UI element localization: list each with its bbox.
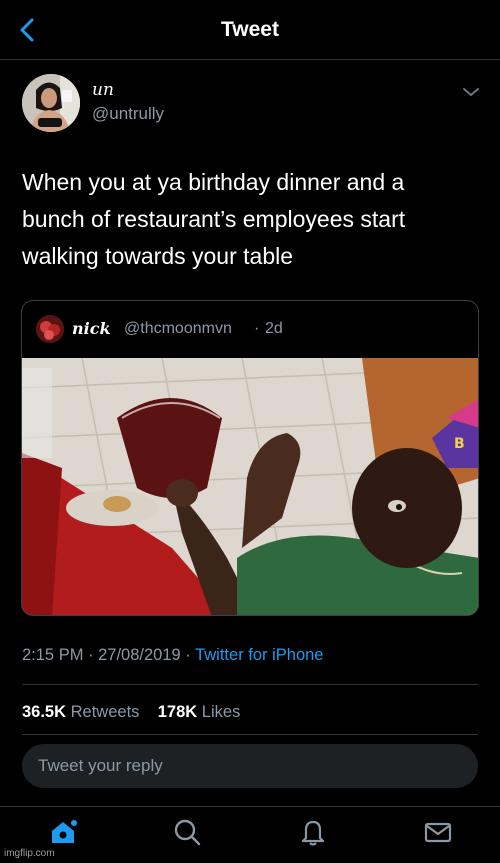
likes-count: 178K <box>157 703 198 721</box>
tweet-text-line: walking towards your table <box>22 243 294 269</box>
quoted-timestamp: 2d <box>265 320 283 337</box>
meta-separator: · <box>180 646 196 664</box>
tweet-metadata: 2:15 PM · 27/08/2019 · Twitter for iPhon… <box>22 646 323 665</box>
likes-stat[interactable]: 178K Likes <box>158 703 241 721</box>
bottom-navigation <box>0 806 500 863</box>
chevron-down-icon[interactable] <box>462 86 480 98</box>
divider <box>22 734 478 735</box>
author-display-name[interactable]: un <box>92 80 114 100</box>
bell-icon[interactable] <box>298 817 328 847</box>
retweets-label: Retweets <box>70 703 140 721</box>
quoted-handle: @thcmoonmvn <box>124 320 232 337</box>
tweet-text-line: When you at ya birthday dinner and a <box>22 169 405 195</box>
tweet-date: 27/08/2019 <box>98 646 181 664</box>
retweets-count: 36.5K <box>22 703 67 721</box>
tweet-text: When you at ya birthday dinner and a bun… <box>22 164 482 275</box>
quoted-media-image[interactable]: B <box>22 358 479 616</box>
watermark: imgflip.com <box>4 848 55 859</box>
page-title: Tweet <box>221 18 279 41</box>
meta-separator: · <box>83 646 99 664</box>
author-handle[interactable]: @untrully <box>92 104 164 124</box>
tweet-text-line: bunch of restaurant’s employees start <box>22 206 406 232</box>
quoted-display-name: nick <box>72 319 111 338</box>
top-bar: Tweet <box>0 0 500 60</box>
tweet-time: 2:15 PM <box>22 646 84 664</box>
author-avatar[interactable] <box>22 74 80 132</box>
tweet-stats: 36.5K Retweets 178K Likes <box>22 703 240 722</box>
tweet-source-link[interactable]: Twitter for iPhone <box>195 646 323 664</box>
home-icon[interactable] <box>48 817 78 847</box>
search-icon[interactable] <box>172 817 202 847</box>
retweets-stat[interactable]: 36.5K Retweets <box>22 703 139 721</box>
likes-label: Likes <box>201 703 241 721</box>
quoted-separator: · <box>254 320 260 337</box>
quoted-author-avatar <box>36 315 64 343</box>
divider <box>22 684 478 685</box>
svg-text:B: B <box>454 436 465 452</box>
mail-icon[interactable] <box>423 817 453 847</box>
reply-input[interactable]: Tweet your reply <box>22 744 478 788</box>
quoted-tweet-card[interactable]: nick @thcmoonmvn · 2d B <box>21 300 479 616</box>
